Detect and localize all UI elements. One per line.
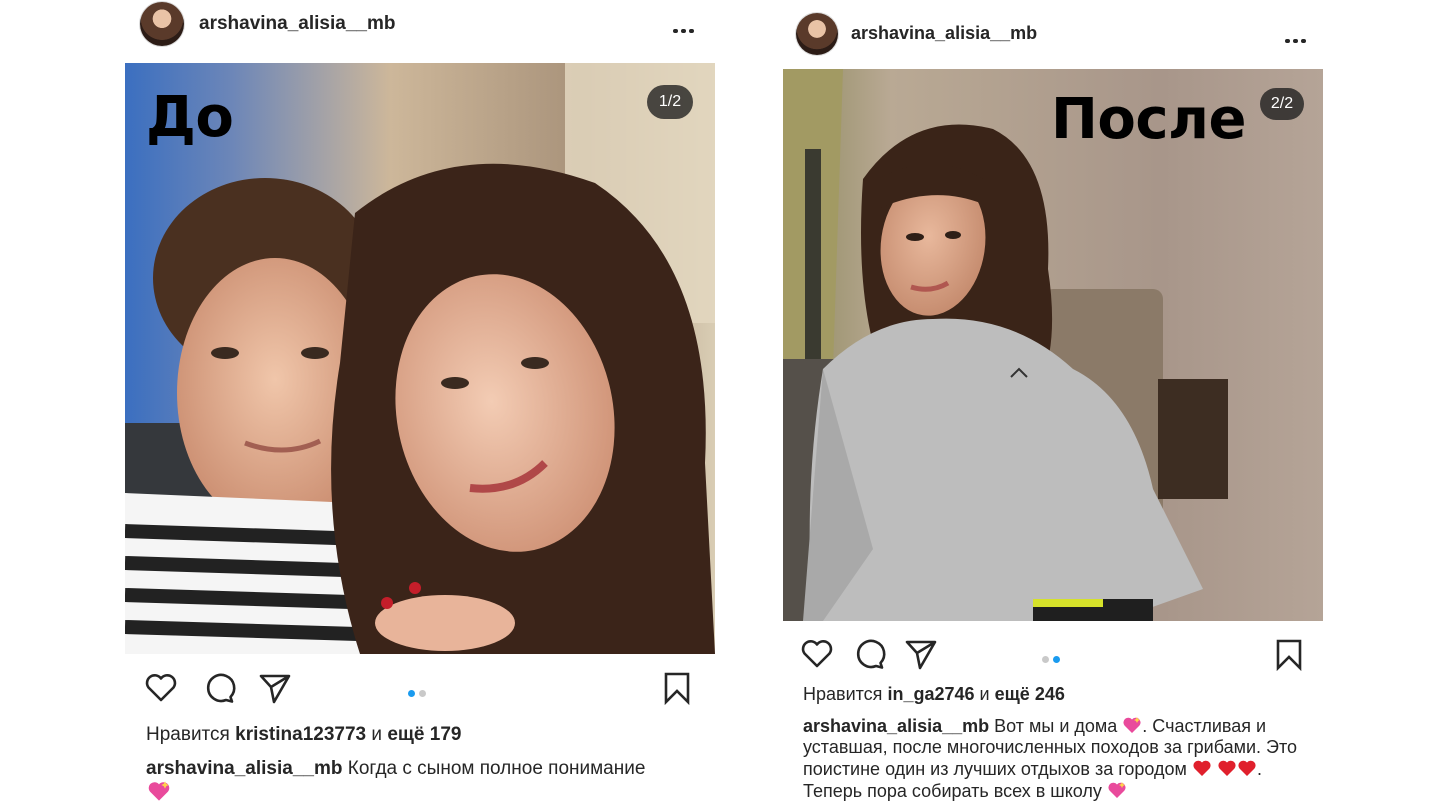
red-heart-emoji (1193, 760, 1211, 776)
more-options-icon[interactable] (1285, 30, 1313, 43)
username[interactable]: arshavina_alisia__mb (199, 13, 395, 35)
comment-icon[interactable] (201, 670, 237, 706)
carousel-dot (1053, 656, 1060, 663)
post-photo[interactable]: После 2/2 (783, 69, 1323, 621)
likes-joiner: и (979, 684, 990, 704)
likes-count[interactable]: ещё 179 (387, 724, 461, 745)
avatar[interactable] (140, 2, 184, 46)
overlay-label: После (1051, 87, 1247, 152)
bookmark-icon[interactable] (659, 670, 695, 706)
heart-icon[interactable] (799, 636, 835, 672)
likes-line: Нравится in_ga2746 и ещё 246 (803, 684, 1065, 705)
carousel-dot (1042, 656, 1049, 663)
carousel-dots (1042, 650, 1064, 668)
caption-username[interactable]: arshavina_alisia__mb (146, 758, 342, 779)
caption-text: Когда с сыном полное понимание (347, 758, 646, 779)
likes-prefix: Нравится (146, 724, 230, 745)
red-heart-emoji (1238, 760, 1256, 776)
likes-count[interactable]: ещё 246 (995, 684, 1065, 704)
post-actions (783, 636, 1323, 680)
more-options-icon[interactable] (673, 20, 701, 33)
heart-icon[interactable] (143, 670, 179, 706)
carousel-counter: 2/2 (1260, 88, 1304, 120)
comment-icon[interactable] (851, 636, 887, 672)
share-icon[interactable] (257, 670, 293, 706)
post-before: arshavina_alisia__mb До 1/2 Нравится kri… (125, 0, 715, 805)
post-after: arshavina_alisia__mb После 2/2 Нравится … (783, 8, 1323, 805)
liker-username[interactable]: in_ga2746 (887, 684, 974, 704)
overlay-label: До (146, 85, 234, 150)
post-header: arshavina_alisia__mb (783, 8, 1323, 60)
carousel-counter: 1/2 (647, 85, 693, 119)
likes-line: Нравится kristina123773 и ещё 179 (146, 724, 461, 746)
share-icon[interactable] (903, 636, 939, 672)
bookmark-icon[interactable] (1271, 636, 1307, 672)
liker-username[interactable]: kristina123773 (235, 724, 366, 745)
caption-text-1: Вот мы и дома (994, 716, 1118, 736)
sparkling-heart-emoji (1123, 717, 1141, 733)
carousel-dot (419, 690, 426, 697)
carousel-dots (408, 684, 430, 702)
carousel-dot (408, 690, 415, 697)
sparkling-heart-emoji (148, 781, 170, 801)
caption: arshavina_alisia__mb Вот мы и дома . Сча… (803, 715, 1308, 802)
caption: arshavina_alisia__mb Когда с сыном полно… (146, 758, 706, 805)
avatar[interactable] (796, 13, 838, 55)
post-header: arshavina_alisia__mb (125, 0, 715, 52)
sparkling-heart-emoji (1108, 782, 1126, 798)
username[interactable]: arshavina_alisia__mb (851, 23, 1037, 44)
red-heart-emoji (1218, 760, 1236, 776)
post-photo[interactable]: До 1/2 (125, 63, 715, 654)
post-actions (125, 670, 715, 714)
caption-username[interactable]: arshavina_alisia__mb (803, 716, 989, 736)
likes-prefix: Нравится (803, 684, 883, 704)
likes-joiner: и (371, 724, 383, 745)
